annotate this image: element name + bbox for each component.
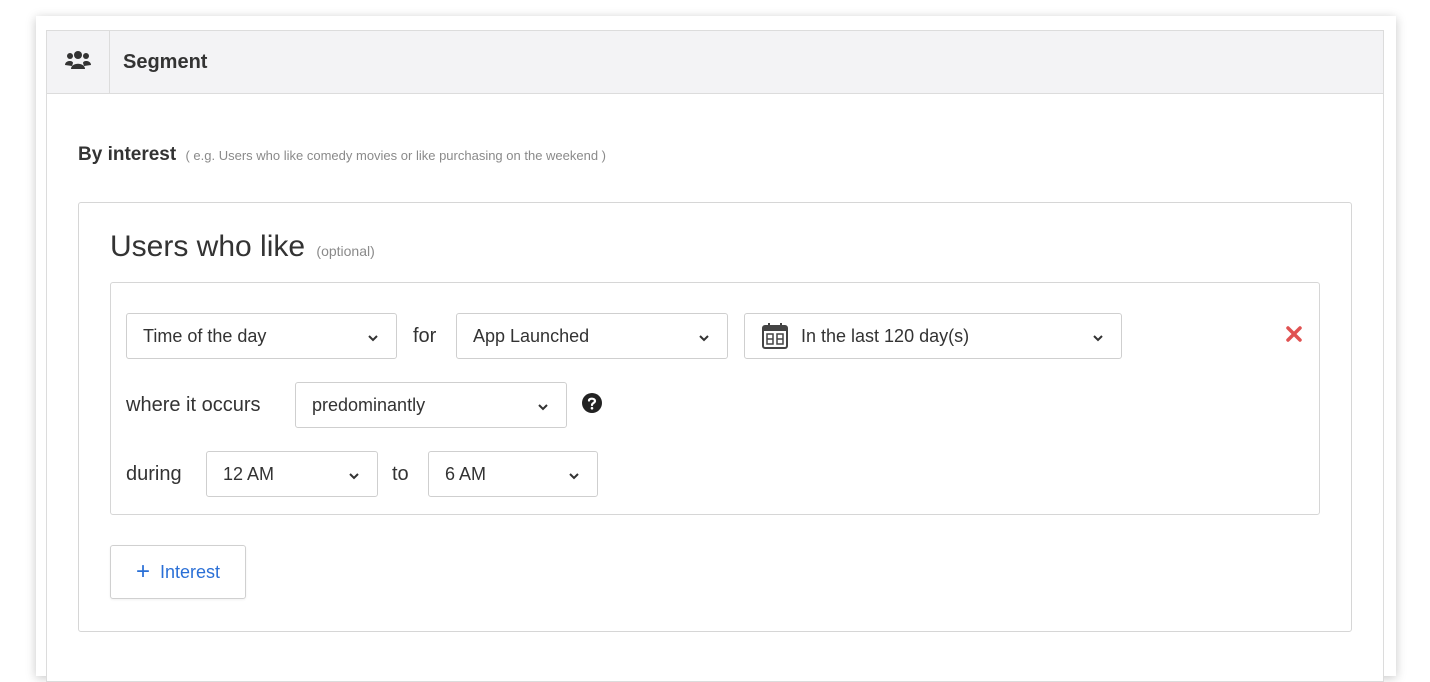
users-icon	[65, 50, 91, 75]
date-range-select[interactable]: In the last 120 day(s)	[744, 313, 1122, 359]
calendar-icon	[761, 322, 789, 350]
chevron-down-icon	[567, 467, 581, 481]
event-select-value: App Launched	[473, 325, 590, 346]
plus-icon: +	[135, 558, 150, 585]
to-label: to	[392, 463, 409, 485]
users-who-like-title: Users who like	[110, 230, 306, 263]
users-who-like-heading: Users who like (optional)	[110, 230, 375, 264]
attribute-select-value: Time of the day	[143, 325, 267, 346]
question-circle-icon	[582, 392, 602, 418]
attribute-select[interactable]: Time of the day	[126, 313, 397, 359]
chevron-down-icon	[366, 329, 380, 343]
frequency-select-value: predominantly	[312, 394, 426, 415]
add-interest-button[interactable]: + Interest	[110, 545, 246, 599]
remove-rule-button[interactable]	[1284, 325, 1304, 347]
panel-title: Segment	[123, 51, 208, 73]
from-time-select[interactable]: 12 AM	[206, 451, 378, 497]
optional-label: (optional)	[316, 243, 375, 259]
where-occurs-label: where it occurs	[126, 394, 261, 416]
close-icon	[1286, 325, 1302, 347]
chevron-down-icon	[1091, 329, 1105, 343]
for-label: for	[413, 325, 437, 347]
header-icon-cell	[47, 31, 110, 93]
by-interest-label: By interest	[78, 144, 177, 165]
during-label: during	[126, 463, 182, 485]
panel-header: Segment	[47, 31, 1383, 94]
to-time-select-value: 6 AM	[445, 463, 487, 484]
event-select[interactable]: App Launched	[456, 313, 728, 359]
to-time-select[interactable]: 6 AM	[428, 451, 598, 497]
from-time-select-value: 12 AM	[223, 463, 275, 484]
date-range-select-value: In the last 120 day(s)	[801, 325, 970, 346]
chevron-down-icon	[347, 467, 361, 481]
by-interest-heading: By interest ( e.g. Users who like comedy…	[78, 144, 606, 166]
chevron-down-icon	[697, 329, 711, 343]
add-interest-label: Interest	[159, 561, 221, 582]
chevron-down-icon	[536, 398, 550, 412]
by-interest-hint: ( e.g. Users who like comedy movies or l…	[185, 148, 607, 163]
frequency-select[interactable]: predominantly	[295, 382, 567, 428]
help-button[interactable]	[582, 392, 602, 418]
